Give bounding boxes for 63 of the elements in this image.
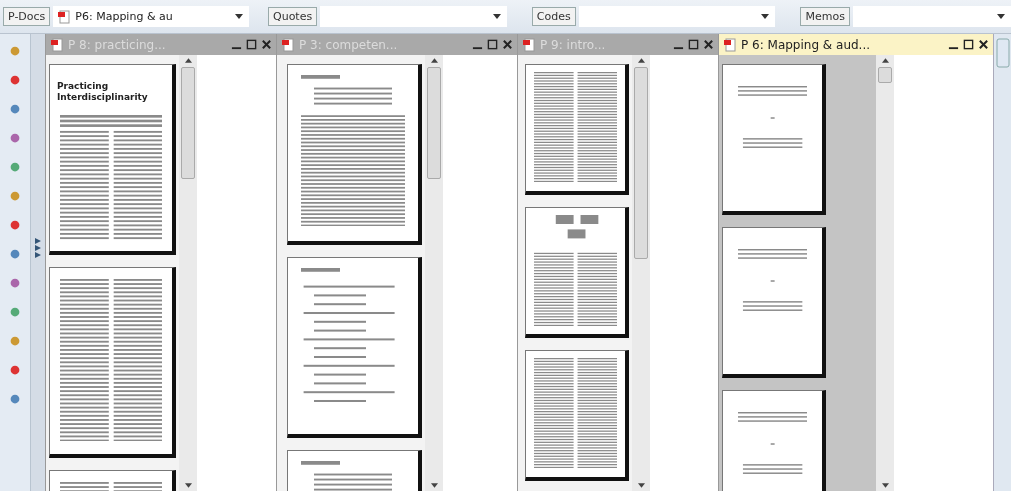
close-icon[interactable] (261, 39, 272, 50)
document-page[interactable] (722, 227, 826, 378)
tool-icon[interactable] (8, 218, 22, 232)
document-page[interactable] (525, 350, 629, 481)
document-page[interactable] (287, 257, 422, 438)
manager-button[interactable]: Quotes (268, 7, 318, 26)
scroll-up-icon[interactable] (881, 58, 889, 63)
scrollbar[interactable] (179, 55, 197, 491)
tool-icon[interactable] (8, 247, 22, 261)
manager-button[interactable]: P-Docs (3, 7, 51, 26)
tool-icon[interactable] (8, 102, 22, 116)
close-icon[interactable] (703, 39, 714, 50)
expand-arrows-icon (35, 237, 41, 258)
maximize-icon[interactable] (963, 39, 974, 50)
caret-icon (997, 14, 1005, 19)
pane-tab[interactable]: P 6: Mapping & aud... (719, 34, 993, 55)
tool-icon[interactable] (8, 392, 22, 406)
manager-button[interactable]: Codes (531, 7, 576, 26)
text-lines-drawing (737, 411, 808, 474)
maximize-icon[interactable] (487, 39, 498, 50)
document-page[interactable] (525, 64, 629, 195)
scroll-down-icon[interactable] (637, 483, 645, 488)
scroll-down-icon[interactable] (430, 483, 438, 488)
pdf-icon (522, 37, 536, 52)
page-title: Practicing Interdisciplinarity (57, 81, 149, 103)
close-icon[interactable] (978, 39, 989, 50)
tool-icon[interactable] (8, 73, 22, 87)
scroll-thumb[interactable] (634, 67, 648, 259)
scroll-thumb[interactable] (181, 67, 195, 179)
document-page[interactable] (722, 64, 826, 215)
tool-icon[interactable] (8, 363, 22, 377)
manager-button[interactable]: Memos (800, 7, 850, 26)
scroll-down-icon[interactable] (184, 483, 192, 488)
scroll-thumb[interactable] (427, 67, 441, 179)
tool-icon[interactable] (8, 276, 22, 290)
pdf-icon (281, 37, 295, 52)
maximize-icon[interactable] (688, 39, 699, 50)
scrollbar[interactable] (632, 55, 650, 491)
scroll-thumb[interactable] (878, 67, 892, 83)
close-icon[interactable] (502, 39, 513, 50)
caret-icon (761, 14, 770, 19)
document-page[interactable] (525, 207, 629, 338)
scroll-up-icon[interactable] (184, 58, 192, 63)
scroll-down-icon[interactable] (881, 483, 889, 488)
caret-icon (492, 14, 501, 19)
caret-icon (235, 14, 244, 19)
scroll-up-icon[interactable] (430, 58, 438, 63)
scrollbar[interactable] (425, 55, 443, 491)
pdf-icon (57, 9, 72, 24)
scrollbar[interactable] (876, 55, 894, 491)
tool-icon[interactable] (8, 131, 22, 145)
pdf-icon (723, 37, 737, 52)
dropdown-value: P6: Mapping & au (75, 10, 173, 23)
text-lines-drawing (737, 85, 808, 148)
scroll-up-icon[interactable] (637, 58, 645, 63)
document-dropdown[interactable]: P6: Mapping & au (53, 6, 250, 27)
text-lines-drawing (737, 248, 808, 311)
document-page[interactable] (49, 267, 176, 458)
pane-title: P 6: Mapping & aud... (741, 37, 872, 52)
document-page[interactable]: Practicing Interdisciplinarity (49, 64, 176, 255)
maximize-icon[interactable] (246, 39, 257, 50)
document-page[interactable] (287, 64, 422, 245)
pdf-icon (50, 37, 64, 52)
